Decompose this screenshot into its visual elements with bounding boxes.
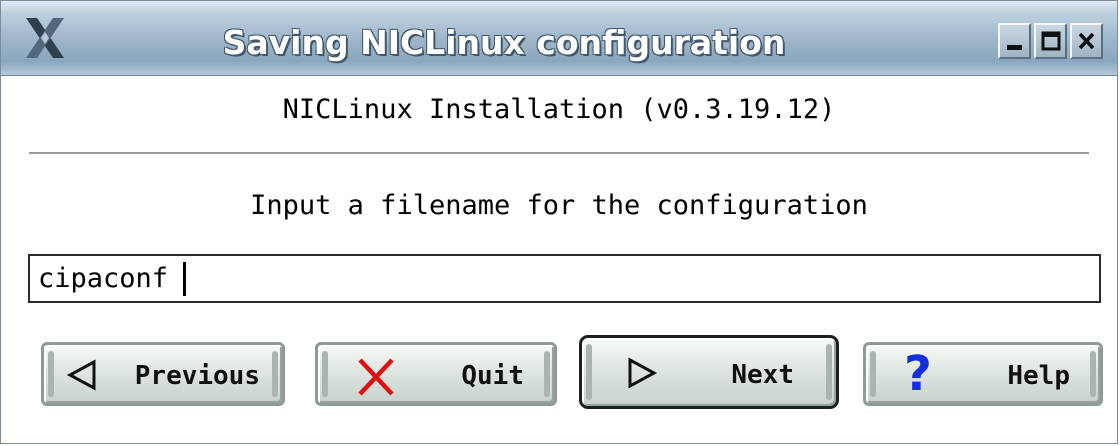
next-label: Next	[731, 360, 794, 390]
separator	[29, 152, 1089, 155]
help-button[interactable]: ? Help	[863, 342, 1103, 406]
title-bar[interactable]: Saving NICLinux configuration	[1, 1, 1117, 76]
minimize-button[interactable]	[998, 23, 1031, 59]
quit-label: Quit	[461, 361, 524, 391]
filename-prompt: Input a filename for the configuration	[250, 190, 868, 221]
dialog-window: Saving NICLinux configuration NICLinux I…	[0, 0, 1118, 444]
red-x-icon	[358, 358, 394, 396]
help-label: Help	[1007, 361, 1070, 391]
x-window-menu-icon[interactable]	[23, 16, 67, 60]
quit-button[interactable]: Quit	[315, 342, 557, 406]
next-button[interactable]: Next	[579, 335, 839, 409]
filename-input[interactable]	[28, 254, 1101, 303]
close-window-button[interactable]	[1070, 23, 1103, 59]
installer-heading: NICLinux Installation (v0.3.19.12)	[282, 94, 836, 125]
text-cursor	[183, 262, 186, 296]
previous-button[interactable]: Previous	[41, 342, 285, 406]
blue-question-icon: ?	[904, 346, 932, 402]
previous-label: Previous	[134, 361, 260, 391]
close-icon	[1078, 32, 1095, 50]
window-title: Saving NICLinux configuration	[222, 23, 786, 62]
left-triangle-icon	[66, 359, 96, 391]
right-triangle-icon	[628, 357, 658, 389]
maximize-button[interactable]	[1034, 23, 1067, 59]
minimize-icon	[1007, 45, 1022, 50]
maximize-icon	[1041, 31, 1061, 51]
